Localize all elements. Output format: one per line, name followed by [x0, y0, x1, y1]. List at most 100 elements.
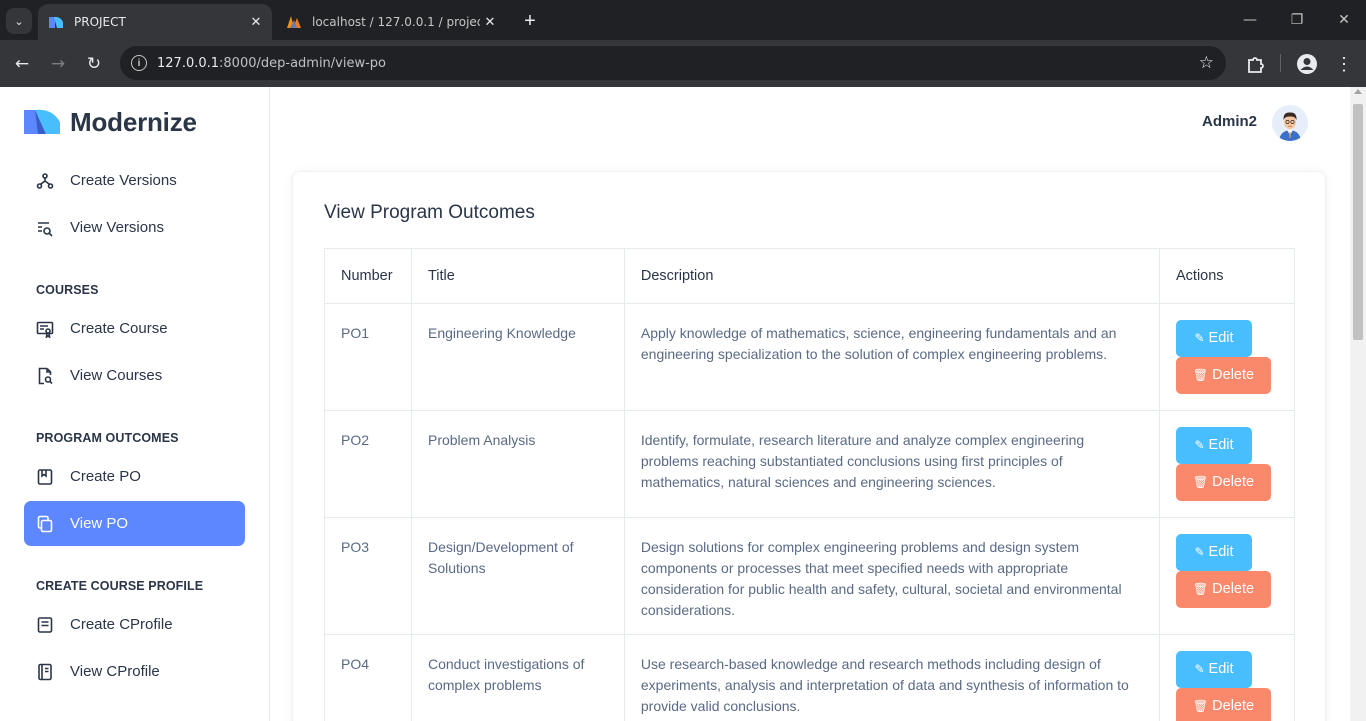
sidebar-item-label: View CProfile: [70, 663, 160, 680]
po-actions: ✎ Edit 🗑 Delete: [1159, 634, 1295, 721]
edit-button[interactable]: ✎ Edit: [1176, 427, 1252, 464]
sidebar-item-view-versions[interactable]: View Versions: [24, 205, 245, 250]
tab-search-button[interactable]: ⌄: [6, 8, 32, 34]
edit-label: Edit: [1208, 330, 1234, 346]
menu-kebab-icon[interactable]: ⋮: [1332, 52, 1356, 76]
trash-icon: 🗑: [1192, 368, 1209, 382]
po-actions: ✎ Edit 🗑 Delete: [1159, 303, 1295, 411]
browser-tab-bar: ⌄ PROJECT ✕ localhost / 127.0.0.1 / proj…: [0, 0, 1366, 40]
browser-tab-active[interactable]: PROJECT ✕: [38, 4, 272, 40]
page-scrollbar[interactable]: [1350, 87, 1366, 721]
table-row: PO2 Problem Analysis Identify, formulate…: [324, 410, 1295, 518]
certificate-icon: [36, 321, 54, 338]
new-tab-button[interactable]: +: [518, 9, 542, 33]
program-outcomes-card: View Program Outcomes Number Title Descr…: [293, 172, 1325, 721]
po-number: PO2: [324, 410, 412, 518]
extensions-puzzle-icon[interactable]: [1243, 52, 1267, 76]
user-name[interactable]: Admin2: [1202, 113, 1257, 130]
sidebar-item-create-versions[interactable]: Create Versions: [24, 158, 245, 203]
address-bar[interactable]: i 127.0.0.1:8000/dep-admin/view-po ☆: [120, 46, 1226, 80]
modernize-logo-icon: [24, 109, 60, 134]
table-row: PO3 Design/Development of Solutions Desi…: [324, 517, 1295, 635]
sidebar-item-view-po[interactable]: View PO: [24, 501, 245, 546]
trash-icon: 🗑: [1192, 475, 1209, 489]
edit-label: Edit: [1208, 661, 1234, 677]
po-actions: ✎ Edit 🗑 Delete: [1159, 517, 1295, 635]
column-header-description: Description: [623, 248, 1161, 304]
po-description: Use research-based knowledge and researc…: [623, 634, 1161, 721]
site-info-icon[interactable]: i: [131, 55, 147, 71]
sidebar-item-view-cprofile[interactable]: View CProfile: [24, 649, 245, 694]
edit-icon: ✎: [1194, 331, 1205, 345]
profile-icon[interactable]: [1295, 52, 1319, 76]
delete-label: Delete: [1212, 698, 1255, 714]
window-close-icon[interactable]: ✕: [1330, 8, 1358, 32]
browser-tab[interactable]: localhost / 127.0.0.1 / project_d ✕: [276, 4, 506, 40]
sidebar-item-label: View Courses: [70, 367, 163, 384]
list-search-icon: [38, 221, 53, 237]
back-arrow-icon[interactable]: ←: [8, 50, 36, 78]
scroll-up-arrow-icon[interactable]: [1354, 89, 1362, 94]
sidebar-item-label: View PO: [70, 515, 129, 532]
edit-button[interactable]: ✎ Edit: [1176, 320, 1252, 357]
sidebar: Modernize Create Versions View Versions …: [0, 87, 270, 721]
po-title: Design/Development of Solutions: [410, 517, 625, 635]
table-row: PO1 Engineering Knowledge Apply knowledg…: [324, 303, 1295, 411]
delete-label: Delete: [1212, 367, 1255, 383]
edit-icon: ✎: [1194, 438, 1205, 452]
po-title: Engineering Knowledge: [410, 303, 625, 411]
sidebar-item-label: Create CProfile: [70, 616, 173, 633]
trash-icon: 🗑: [1192, 582, 1209, 596]
avatar[interactable]: [1272, 105, 1308, 141]
url-text: 127.0.0.1:8000/dep-admin/view-po: [157, 55, 387, 71]
sidebar-item-create-course[interactable]: Create Course: [24, 306, 245, 351]
po-number: PO3: [324, 517, 412, 635]
restore-icon[interactable]: ❐: [1283, 8, 1311, 32]
tab-close-icon[interactable]: ✕: [246, 12, 266, 32]
po-number: PO1: [324, 303, 412, 411]
phpmyadmin-favicon-icon: [287, 16, 301, 28]
edit-icon: ✎: [1194, 545, 1205, 559]
tab-close-icon[interactable]: ✕: [480, 12, 500, 32]
delete-label: Delete: [1212, 474, 1255, 490]
po-description: Design solutions for complex engineering…: [623, 517, 1161, 635]
sidebar-item-label: Create Versions: [70, 172, 177, 189]
browser-toolbar: ← → ↻ i 127.0.0.1:8000/dep-admin/view-po…: [0, 40, 1366, 87]
copy-icon: [37, 515, 53, 532]
tab-title: localhost / 127.0.0.1 / project_d: [312, 15, 480, 29]
toolbar-separator: [1280, 54, 1281, 72]
bookmark-star-icon[interactable]: ☆: [1199, 53, 1214, 73]
forward-arrow-icon[interactable]: →: [44, 50, 72, 78]
tab-title: PROJECT: [74, 15, 126, 29]
delete-button[interactable]: 🗑 Delete: [1176, 571, 1271, 608]
sidebar-item-create-cprofile[interactable]: Create CProfile: [24, 602, 245, 647]
column-header-title: Title: [410, 248, 625, 304]
minimize-icon[interactable]: —: [1236, 8, 1264, 32]
edit-button[interactable]: ✎ Edit: [1176, 651, 1252, 688]
brand-name: Modernize: [70, 107, 197, 137]
sidebar-item-create-po[interactable]: Create PO: [24, 454, 245, 499]
po-description: Apply knowledge of mathematics, science,…: [623, 303, 1161, 411]
trash-icon: 🗑: [1192, 699, 1209, 713]
nav-caption-create-course-profile: CREATE COURSE PROFILE: [36, 579, 204, 593]
edit-button[interactable]: ✎ Edit: [1176, 534, 1252, 571]
delete-button[interactable]: 🗑 Delete: [1176, 357, 1271, 394]
edit-label: Edit: [1208, 437, 1234, 453]
scrollbar-thumb[interactable]: [1353, 104, 1363, 340]
reload-icon[interactable]: ↻: [80, 50, 108, 78]
column-header-number: Number: [324, 248, 412, 304]
po-title: Problem Analysis: [410, 410, 625, 518]
brand[interactable]: Modernize: [24, 107, 197, 138]
bookmark-icon: [37, 468, 53, 485]
sidebar-item-view-courses[interactable]: View Courses: [24, 353, 245, 398]
edit-label: Edit: [1208, 544, 1234, 560]
edit-icon: ✎: [1194, 662, 1205, 676]
nav-caption-program-outcomes: PROGRAM OUTCOMES: [36, 431, 179, 445]
po-description: Identify, formulate, research literature…: [623, 410, 1161, 518]
sidebar-item-label: Create PO: [70, 468, 141, 485]
notebook-icon: [38, 663, 52, 680]
table-row: PO4 Conduct investigations of complex pr…: [324, 634, 1295, 721]
delete-button[interactable]: 🗑 Delete: [1176, 688, 1271, 721]
git-branch-icon: [36, 172, 54, 189]
delete-button[interactable]: 🗑 Delete: [1176, 464, 1271, 501]
